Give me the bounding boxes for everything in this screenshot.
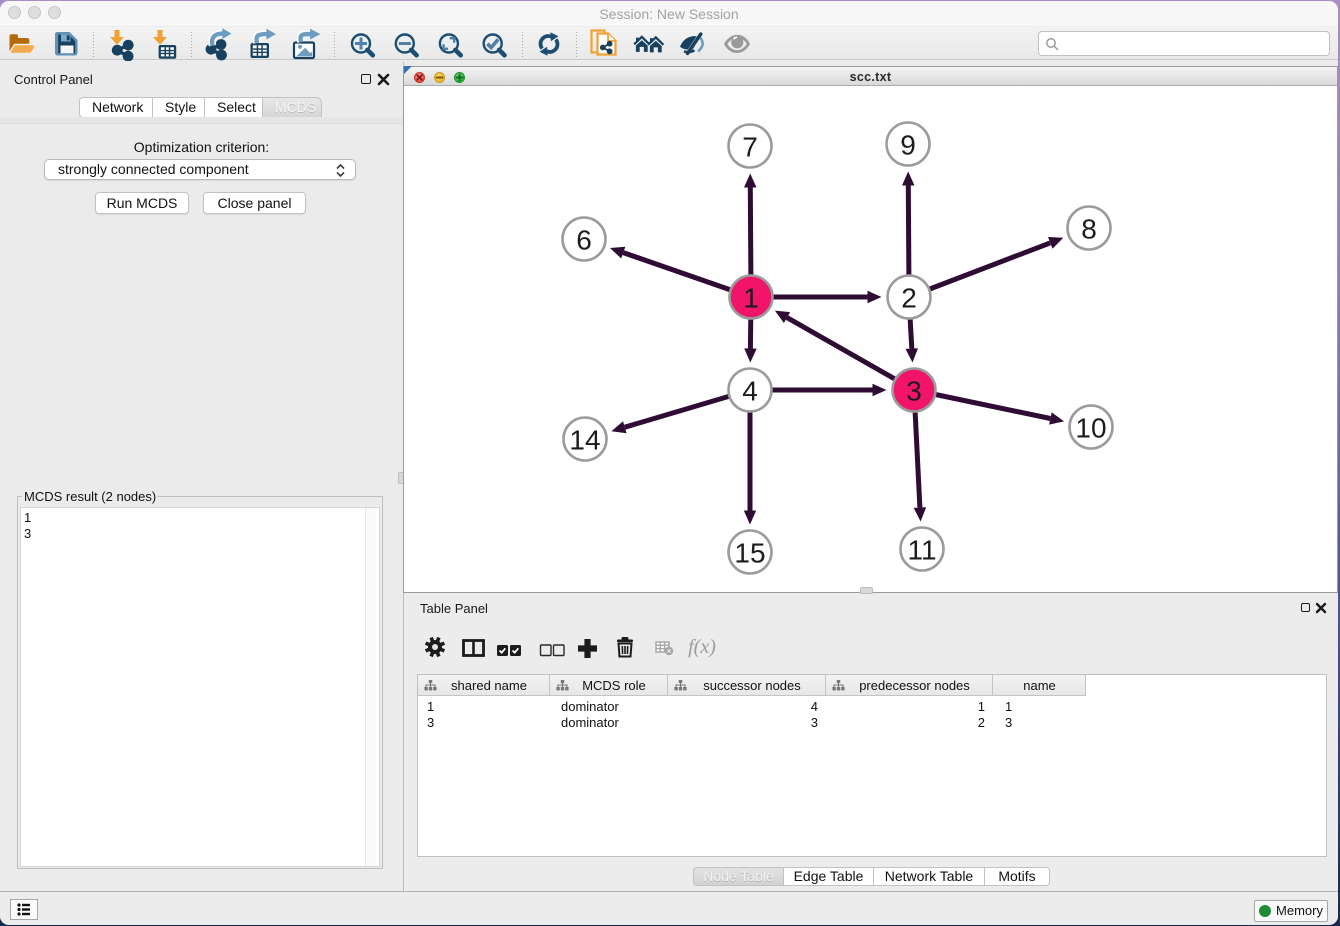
svg-text:11: 11 — [907, 535, 936, 566]
svg-text:8: 8 — [1081, 214, 1097, 245]
svg-text:9: 9 — [900, 130, 916, 161]
svg-text:7: 7 — [742, 132, 758, 163]
svg-text:10: 10 — [1075, 413, 1106, 444]
svg-text:f(x): f(x) — [688, 636, 716, 658]
svg-text:2: 2 — [901, 283, 917, 314]
svg-text:15: 15 — [734, 538, 765, 569]
svg-text:4: 4 — [742, 376, 758, 407]
svg-text:14: 14 — [569, 425, 600, 456]
svg-text:6: 6 — [576, 225, 592, 256]
svg-text:1: 1 — [743, 283, 759, 314]
svg-text:3: 3 — [906, 376, 922, 407]
